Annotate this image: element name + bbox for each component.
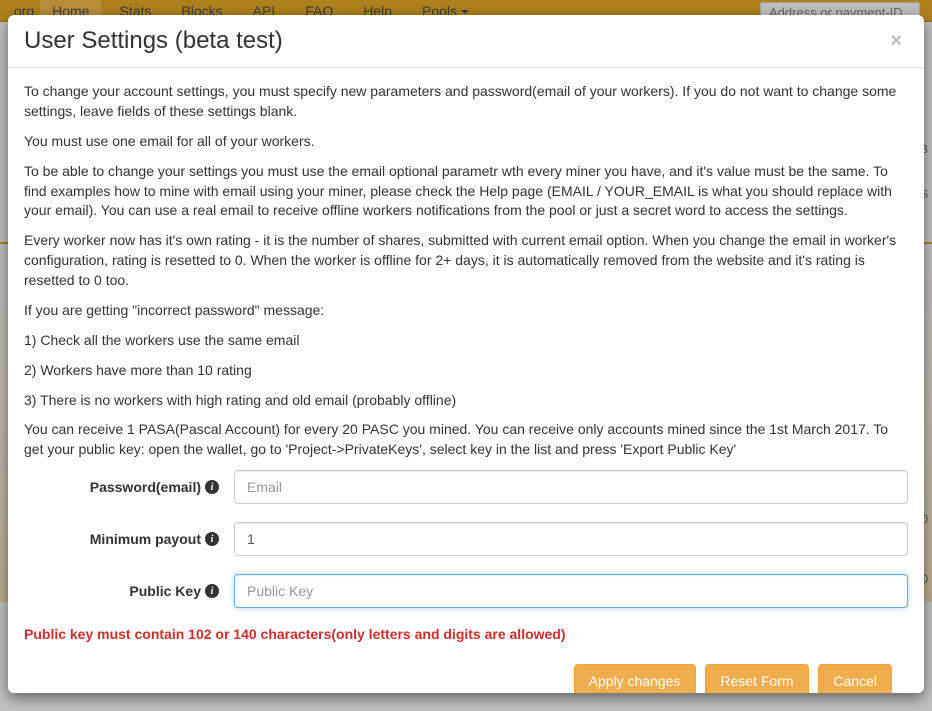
info-icon[interactable]: i — [205, 480, 219, 494]
modal-header: User Settings (beta test) × — [8, 15, 924, 68]
intro-p5: If you are getting "incorrect password" … — [24, 301, 908, 321]
intro-p9: You can receive 1 PASA(Pascal Account) f… — [24, 420, 908, 460]
close-button[interactable]: × — [884, 30, 908, 52]
info-icon[interactable]: i — [205, 532, 219, 546]
payout-label: Minimum payout i — [24, 531, 234, 547]
intro-p7: 2) Workers have more than 10 rating — [24, 361, 908, 381]
pubkey-group: Public Key i — [24, 574, 908, 608]
pubkey-input[interactable] — [234, 574, 908, 608]
password-group: Password(email) i — [24, 470, 908, 504]
pubkey-label: Public Key i — [24, 583, 234, 599]
payout-group: Minimum payout i — [24, 522, 908, 556]
info-icon[interactable]: i — [205, 584, 219, 598]
cancel-button[interactable]: Cancel — [818, 664, 892, 693]
user-settings-modal: User Settings (beta test) × To change yo… — [8, 15, 924, 693]
intro-p3: To be able to change your settings you m… — [24, 162, 908, 222]
apply-button[interactable]: Apply changes — [574, 664, 696, 693]
intro-p2: You must use one email for all of your w… — [24, 132, 908, 152]
intro-p6: 1) Check all the workers use the same em… — [24, 331, 908, 351]
payout-input[interactable] — [234, 522, 908, 556]
intro-p1: To change your account settings, you mus… — [24, 82, 908, 122]
intro-p8: 3) There is no workers with high rating … — [24, 391, 908, 411]
password-input[interactable] — [234, 470, 908, 504]
pubkey-error: Public key must contain 102 or 140 chara… — [24, 626, 908, 642]
password-label: Password(email) i — [24, 479, 234, 495]
modal-body: To change your account settings, you mus… — [8, 68, 924, 693]
intro-p4: Every worker now has it's own rating - i… — [24, 231, 908, 291]
modal-footer: Apply changes Reset Form Cancel — [24, 654, 908, 693]
modal-title: User Settings (beta test) — [24, 27, 283, 55]
reset-button[interactable]: Reset Form — [705, 664, 808, 693]
